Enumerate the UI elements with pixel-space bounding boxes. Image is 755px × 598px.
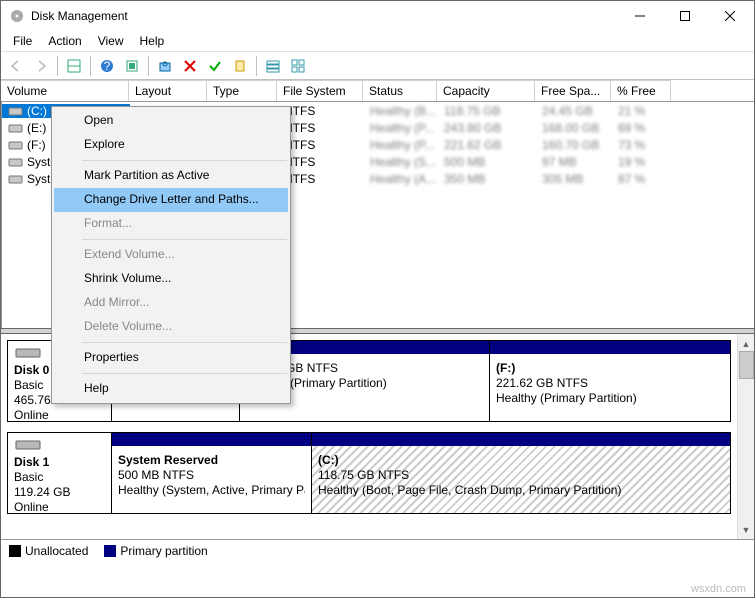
col-type[interactable]: Type (207, 80, 277, 101)
ctx-delete[interactable]: Delete Volume... (54, 315, 288, 339)
close-button[interactable] (707, 2, 752, 31)
disk-info: Disk 1 Basic 119.24 GB Online (8, 433, 112, 513)
toolbar: ? (1, 52, 754, 80)
check-icon[interactable] (204, 55, 226, 77)
forward-button[interactable] (30, 55, 52, 77)
col-pct[interactable]: % Free (611, 80, 671, 101)
ctx-shrink[interactable]: Shrink Volume... (54, 267, 288, 291)
maximize-button[interactable] (662, 2, 707, 31)
back-button[interactable] (5, 55, 27, 77)
menu-action[interactable]: Action (40, 32, 89, 50)
window-titlebar: Disk Management (1, 1, 754, 31)
col-status[interactable]: Status (363, 80, 437, 101)
ctx-mark-active[interactable]: Mark Partition as Active (54, 164, 288, 188)
partition-block-selected[interactable]: (C:) 118.75 GB NTFS Healthy (Boot, Page … (312, 433, 730, 513)
col-volume[interactable]: Volume (1, 80, 129, 101)
vertical-scrollbar[interactable]: ▲ ▼ (737, 334, 754, 539)
scrollbar-down-icon[interactable]: ▼ (739, 522, 754, 537)
volume-list-header: Volume Layout Type File System Status Ca… (1, 80, 754, 102)
minimize-button[interactable] (617, 2, 662, 31)
watermark: wsxdn.com (691, 583, 746, 595)
menubar: File Action View Help (1, 31, 754, 52)
grid-view-icon[interactable] (287, 55, 309, 77)
ctx-add-mirror[interactable]: Add Mirror... (54, 291, 288, 315)
col-fs[interactable]: File System (277, 80, 363, 101)
view-top-icon[interactable] (63, 55, 85, 77)
scrollbar-up-icon[interactable]: ▲ (739, 336, 754, 351)
refresh-icon[interactable] (154, 55, 176, 77)
delete-icon[interactable] (179, 55, 201, 77)
context-menu: Open Explore Mark Partition as Active Ch… (51, 106, 291, 404)
partition-block[interactable]: (F:) 221.62 GB NTFS Healthy (Primary Par… (490, 341, 730, 421)
ctx-properties[interactable]: Properties (54, 346, 288, 370)
disk-row: Disk 1 Basic 119.24 GB Online System Res… (7, 432, 731, 514)
ctx-open[interactable]: Open (54, 109, 288, 133)
settings-icon[interactable] (121, 55, 143, 77)
ctx-change-drive-letter[interactable]: Change Drive Letter and Paths... (54, 188, 288, 212)
new-icon[interactable] (229, 55, 251, 77)
ctx-extend[interactable]: Extend Volume... (54, 243, 288, 267)
legend-unallocated: Unallocated (9, 544, 88, 558)
menu-help[interactable]: Help (132, 32, 173, 50)
legend: Unallocated Primary partition (1, 539, 754, 561)
list-view-icon[interactable] (262, 55, 284, 77)
app-icon (9, 8, 25, 24)
svg-text:?: ? (104, 59, 111, 73)
ctx-help[interactable]: Help (54, 377, 288, 401)
legend-primary: Primary partition (104, 544, 207, 558)
partition-block[interactable]: System Reserved 500 MB NTFS Healthy (Sys… (112, 433, 312, 513)
ctx-format[interactable]: Format... (54, 212, 288, 236)
help-icon[interactable]: ? (96, 55, 118, 77)
col-capacity[interactable]: Capacity (437, 80, 535, 101)
col-layout[interactable]: Layout (129, 80, 207, 101)
menu-file[interactable]: File (5, 32, 40, 50)
menu-view[interactable]: View (90, 32, 132, 50)
col-free[interactable]: Free Spa... (535, 80, 611, 101)
scrollbar-thumb[interactable] (739, 351, 754, 379)
ctx-explore[interactable]: Explore (54, 133, 288, 157)
window-title: Disk Management (31, 9, 617, 23)
